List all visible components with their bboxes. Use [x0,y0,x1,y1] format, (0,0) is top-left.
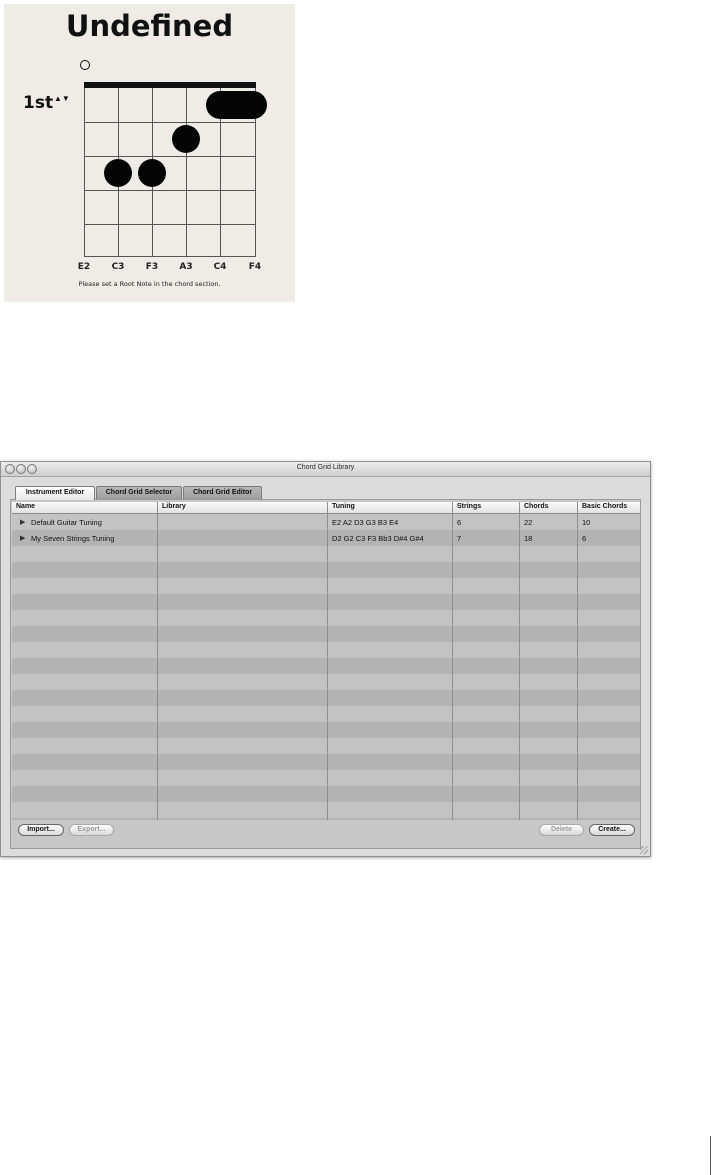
column-header-library[interactable]: Library [162,503,186,510]
window-titlebar[interactable]: Chord Grid Library [1,462,650,477]
create-button[interactable]: Create... [589,824,635,836]
column-header-name[interactable]: Name [16,503,35,510]
row-strings: 7 [457,534,462,543]
column-divider[interactable] [452,502,453,820]
open-string-marker[interactable] [80,60,90,70]
column-divider[interactable] [519,502,520,820]
fret-line [84,256,256,257]
chord-diagram-panel: Undefined 1st ▲▼ E2 C3 F3 A3 C4 F4 Pleas… [4,4,295,302]
row-strings: 6 [457,518,462,527]
column-divider[interactable] [327,502,328,820]
row-basic-chords: 10 [582,518,591,527]
tab-instrument-editor[interactable]: Instrument Editor [15,486,95,500]
row-name: Default Guitar Tuning [31,518,102,527]
finger-dot-f3[interactable] [138,159,166,187]
row-name: My Seven Strings Tuning [31,534,115,543]
fret-line [84,224,256,225]
resize-grip-icon[interactable] [640,846,648,854]
column-header-tuning[interactable]: Tuning [332,503,355,510]
string-label: C3 [111,262,125,272]
string-label: A3 [179,262,193,272]
row-tuning: D2 G2 C3 F3 Bb3 D#4 G#4 [332,534,424,543]
window-title: Chord Grid Library [296,464,355,471]
chord-name-title: Undefined [65,9,234,43]
delete-button[interactable]: Delete [539,824,584,836]
disclosure-triangle-icon[interactable]: ▶ [20,534,25,542]
column-header-strings[interactable]: Strings [457,503,481,510]
column-divider[interactable] [577,502,578,820]
chord-grid-library-window: Chord Grid Library Instrument Editor Cho… [0,461,651,857]
table-body: ▶ Default Guitar Tuning E2 A2 D3 G3 B3 E… [12,514,640,820]
tab-chord-grid-selector[interactable]: Chord Grid Selector [96,486,182,499]
finger-dot-c3[interactable] [104,159,132,187]
table-header: Name Library Tuning Strings Chords Basic… [12,502,640,514]
export-button[interactable]: Export... [69,824,114,836]
row-basic-chords: 6 [582,534,587,543]
tunings-table: Name Library Tuning Strings Chords Basic… [12,502,640,820]
row-tuning: E2 A2 D3 G3 B3 E4 [332,518,399,527]
string-label: F4 [248,262,262,272]
row-chords: 22 [524,518,533,527]
disclosure-triangle-icon[interactable]: ▶ [20,518,25,526]
column-divider[interactable] [157,502,158,820]
string-label: C4 [213,262,227,272]
fret-position-label: 1st [23,93,54,113]
tab-chord-grid-editor[interactable]: Chord Grid Editor [183,486,262,499]
fret-line [84,190,256,191]
string-line [186,88,187,256]
string-label: E2 [77,262,91,272]
fretboard-nut [84,82,256,88]
root-note-message: Please set a Root Note in the chord sect… [78,280,221,288]
fret-position-stepper[interactable]: ▲▼ [54,94,70,116]
instrument-editor-pane: Name Library Tuning Strings Chords Basic… [10,499,641,849]
table-row[interactable]: ▶ Default Guitar Tuning E2 A2 D3 G3 B3 E… [12,514,640,530]
finger-dot-a3[interactable] [172,125,200,153]
column-header-chords[interactable]: Chords [524,503,549,510]
fret-line [84,156,256,157]
string-line [84,88,85,256]
fret-line [84,122,256,123]
table-row[interactable]: ▶ My Seven Strings Tuning D2 G2 C3 F3 Bb… [12,530,640,546]
page-margin-rule [710,1136,711,1175]
column-header-basic-chords[interactable]: Basic Chords [582,503,627,510]
import-button[interactable]: Import... [18,824,64,836]
string-label: F3 [145,262,159,272]
row-chords: 18 [524,534,533,543]
barre-finger-dot[interactable] [206,91,267,119]
